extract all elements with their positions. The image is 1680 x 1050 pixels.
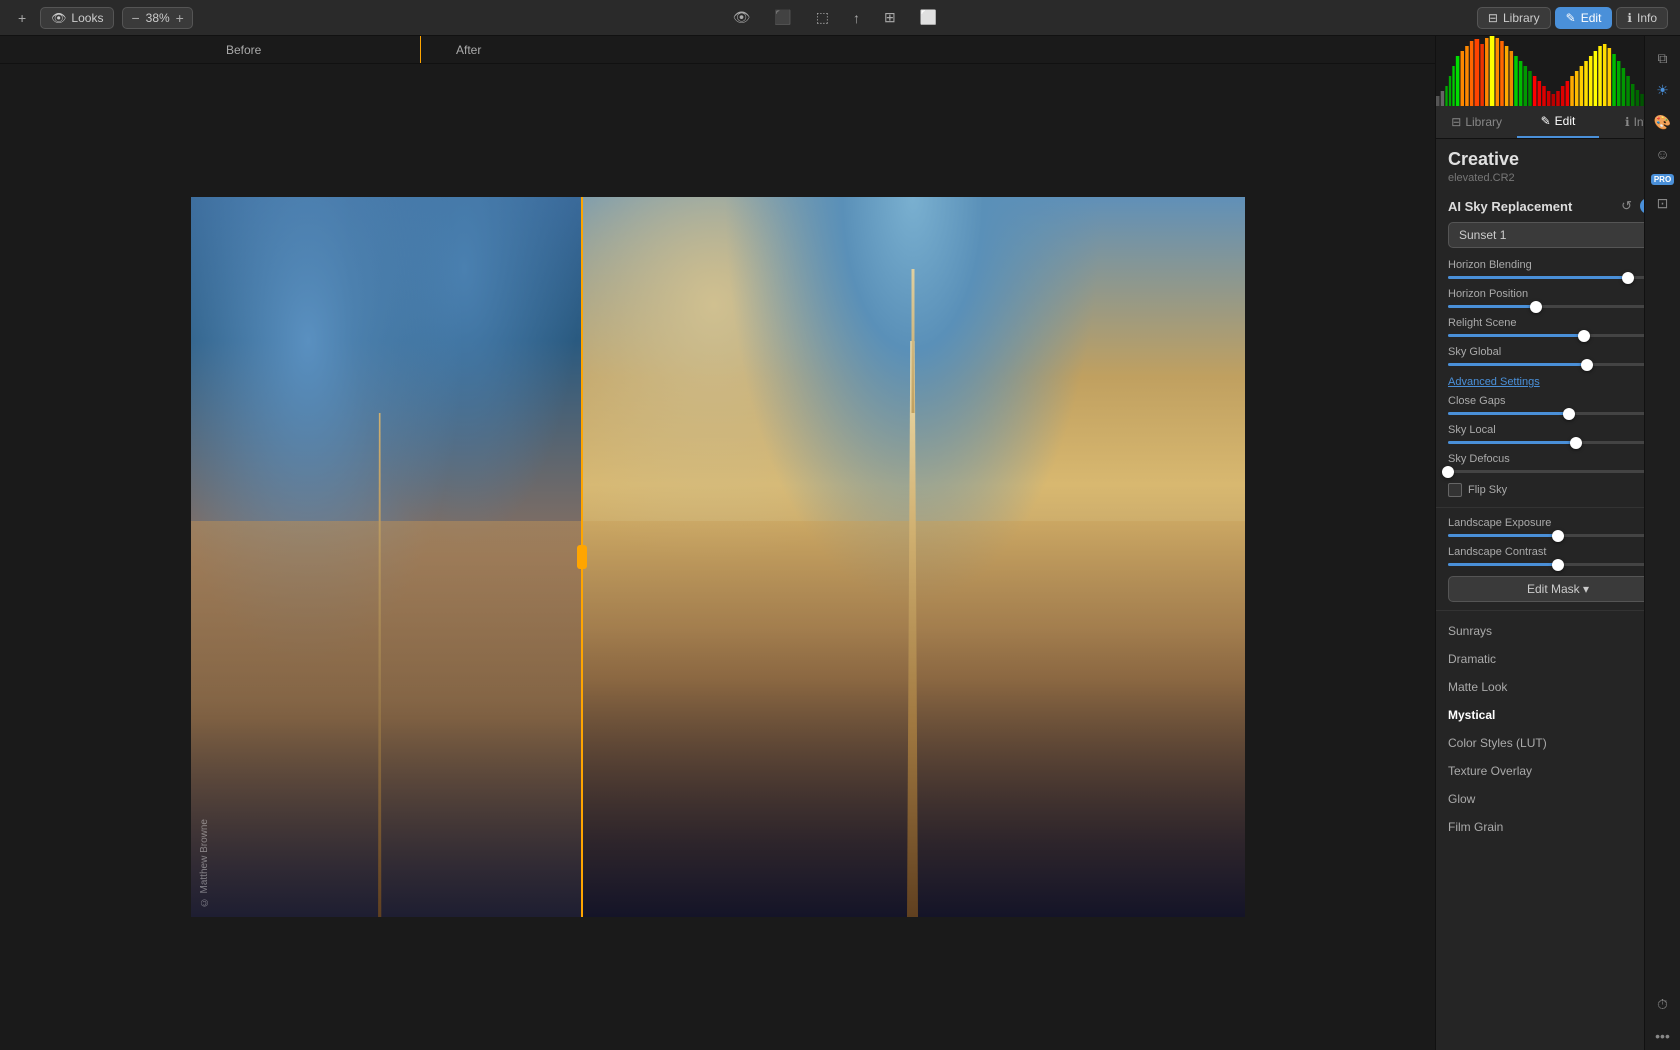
slider-thumb[interactable] <box>1552 559 1564 571</box>
slider-fill <box>1448 534 1558 537</box>
zoom-value: 38% <box>146 11 170 25</box>
info-tab-icon: ℹ <box>1625 115 1630 129</box>
after-image <box>581 197 1245 917</box>
flip-sky-label: Flip Sky <box>1468 484 1507 496</box>
shortcut-button[interactable]: ⊞ <box>878 5 902 30</box>
slider-thumb[interactable] <box>1581 359 1593 371</box>
flip-sky-checkbox[interactable] <box>1448 483 1462 497</box>
sliders-strip-btn[interactable]: ☀ <box>1649 76 1677 104</box>
tab-info[interactable]: ℹ Info <box>1616 7 1668 29</box>
right-panel: ⧉ ≡ ⊟ Library ✎ Edit ℹ Info Creative <box>1435 36 1680 1050</box>
before-after-bar: Before After <box>0 36 1435 64</box>
slider-fill <box>1448 334 1584 337</box>
ai-sky-title: AI Sky Replacement <box>1448 199 1572 214</box>
palette-strip-btn[interactable]: 🎨 <box>1649 108 1677 136</box>
tab-edit[interactable]: ✎ Edit <box>1555 7 1613 29</box>
before-label: Before <box>210 43 277 57</box>
tab-library[interactable]: ⊟ Library <box>1477 7 1551 29</box>
split-divider-bar <box>420 36 421 63</box>
main-area: Before After © Matthew Browne <box>0 36 1680 1050</box>
zoom-control: − 38% + <box>122 7 192 29</box>
slider-thumb[interactable] <box>1552 530 1564 542</box>
slider-fill <box>1448 276 1628 279</box>
before-image: © Matthew Browne <box>191 197 581 917</box>
more-strip-btn[interactable]: ••• <box>1649 1022 1677 1050</box>
reset-button[interactable]: ↺ <box>1619 196 1634 216</box>
face-strip-btn[interactable]: ☺ <box>1649 140 1677 168</box>
icon-strip: ⧉ ☀ 🎨 ☺ PRO ⊡ ⏱ ••• <box>1644 36 1680 1050</box>
slider-thumb[interactable] <box>1563 408 1575 420</box>
frame-button[interactable]: ⬜ <box>914 5 943 30</box>
preview-button[interactable]: 👁 <box>727 5 757 30</box>
bag-strip-btn[interactable]: ⊡ <box>1649 189 1677 217</box>
library-tab-icon: ⊟ <box>1451 115 1461 129</box>
top-bar-center: 👁 ⬛ ⬚ ↑ ⊞ ⬜ <box>727 5 944 30</box>
library-icon: ⊟ <box>1488 11 1498 25</box>
slider-thumb[interactable] <box>1578 330 1590 342</box>
after-image-content <box>581 197 1245 917</box>
compare-button[interactable]: ⬛ <box>768 5 797 30</box>
top-bar: + 👁 Looks − 38% + 👁 ⬛ ⬚ ↑ ⊞ ⬜ ⊟ Library … <box>0 0 1680 36</box>
edit-tab-icon: ✎ <box>1541 114 1551 128</box>
image-container[interactable]: © Matthew Browne <box>0 64 1435 1050</box>
zoom-in-button[interactable]: + <box>174 10 186 26</box>
slider-thumb[interactable] <box>1570 437 1582 449</box>
pro-container: PRO <box>1651 172 1674 185</box>
zoom-out-button[interactable]: − <box>129 10 141 26</box>
slider-thumb[interactable] <box>1442 466 1454 478</box>
looks-icon: 👁 <box>51 11 66 25</box>
edit-icon: ✎ <box>1566 11 1576 25</box>
layers-strip-btn[interactable]: ⧉ <box>1649 44 1677 72</box>
top-bar-right: ⊟ Library ✎ Edit ℹ Info <box>1477 7 1668 29</box>
slider-fill <box>1448 441 1576 444</box>
pro-badge: PRO <box>1651 174 1674 185</box>
export-button[interactable]: ↑ <box>847 6 866 30</box>
canvas-area: Before After © Matthew Browne <box>0 36 1435 1050</box>
before-image-content: © Matthew Browne <box>191 197 581 917</box>
creative-filename: elevated.CR2 <box>1448 172 1668 184</box>
looks-button[interactable]: 👁 Looks <box>40 7 114 29</box>
tab-right-library[interactable]: ⊟ Library <box>1436 106 1517 138</box>
slider-fill <box>1448 563 1558 566</box>
top-bar-left: + 👁 Looks − 38% + <box>12 6 193 30</box>
slider-thumb[interactable] <box>1530 301 1542 313</box>
crop-button[interactable]: ⬚ <box>810 5 835 30</box>
copyright-text: © Matthew Browne <box>199 819 210 907</box>
after-label: After <box>440 43 497 57</box>
split-image: © Matthew Browne <box>191 197 1245 917</box>
history-strip-btn[interactable]: ⏱ <box>1649 990 1677 1018</box>
slider-fill <box>1448 363 1587 366</box>
tab-right-edit[interactable]: ✎ Edit <box>1517 106 1598 138</box>
edit-mask-button[interactable]: Edit Mask ▾ <box>1448 576 1668 602</box>
sky-preset-dropdown[interactable]: Sunset 1 ▾ <box>1448 222 1668 248</box>
info-icon: ℹ <box>1627 11 1632 25</box>
add-button[interactable]: + <box>12 6 32 30</box>
slider-fill <box>1448 305 1536 308</box>
creative-title: Creative <box>1448 149 1668 170</box>
sky-preset-label: Sunset 1 <box>1459 228 1506 242</box>
split-handle[interactable] <box>577 545 587 569</box>
slider-thumb[interactable] <box>1622 272 1634 284</box>
slider-fill <box>1448 412 1569 415</box>
